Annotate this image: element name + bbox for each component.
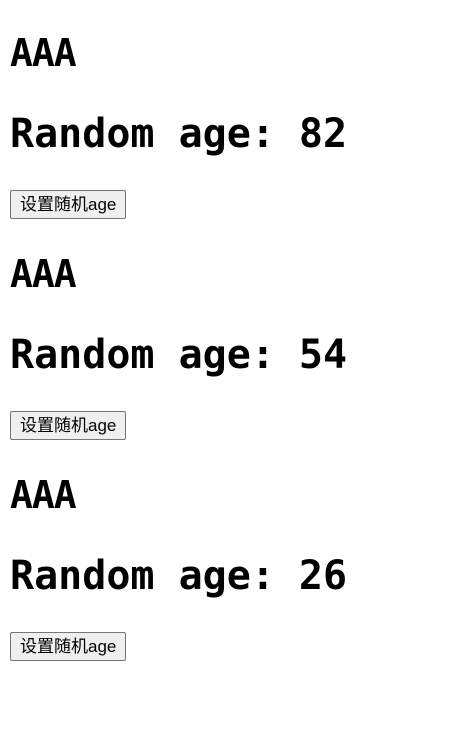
random-age-heading: Random age: 82 [10,110,347,158]
random-age-label: Random age: [10,111,275,157]
set-random-age-button[interactable]: 设置随机age [10,190,127,219]
person-name-heading: AAA [10,31,77,75]
person-name-heading: AAA [10,252,77,296]
person-card: AAA Random age: 54 设置随机age [10,251,450,440]
random-age-value: 54 [298,332,348,378]
person-card: AAA Random age: 26 设置随机age [10,472,450,661]
person-name-heading: AAA [10,473,77,517]
random-age-heading: Random age: 54 [10,331,347,379]
random-age-value: 82 [298,111,348,157]
random-age-label: Random age: [10,553,275,599]
random-age-heading: Random age: 26 [10,552,347,600]
set-random-age-button[interactable]: 设置随机age [10,411,127,440]
random-age-label: Random age: [10,332,275,378]
person-card: AAA Random age: 82 设置随机age [10,30,450,219]
set-random-age-button[interactable]: 设置随机age [10,632,127,661]
random-age-value: 26 [298,553,348,599]
